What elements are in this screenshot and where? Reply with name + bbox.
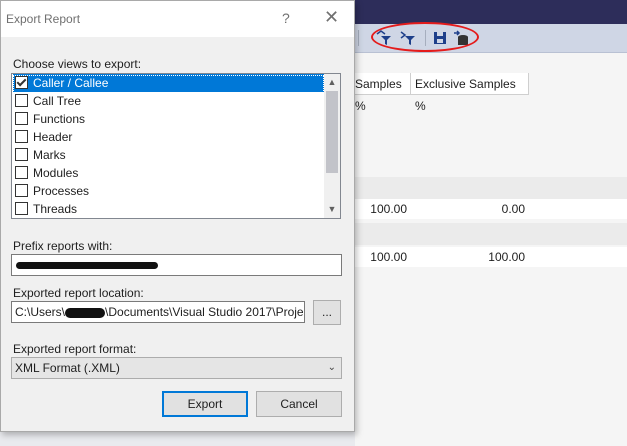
exclusive-cell: 100.00 (488, 250, 525, 264)
checkbox[interactable] (15, 94, 28, 107)
list-item[interactable]: Header (13, 128, 324, 146)
column-header-samples[interactable]: Samples % (355, 73, 411, 113)
column-header-exclusive[interactable]: Exclusive Samples % (411, 73, 529, 113)
location-input[interactable]: C:\Users\ \Documents\Visual Studio 2017\P… (11, 301, 305, 323)
prefix-label: Prefix reports with: (13, 239, 113, 253)
browse-button[interactable]: ... (313, 300, 341, 325)
exclusive-cell: 0.00 (501, 202, 525, 216)
location-label: Exported report location: (13, 286, 144, 300)
list-item-label: Header (33, 130, 73, 144)
close-button[interactable]: ✕ (324, 7, 339, 28)
prefix-input[interactable] (11, 254, 342, 276)
redaction-scribble (65, 307, 106, 318)
location-value-end: \Documents\Visual Studio 2017\Project (105, 305, 305, 319)
checkbox[interactable] (15, 184, 28, 197)
list-item-label: Modules (33, 166, 79, 180)
dialog-titlebar: Export Report ? ✕ (1, 1, 354, 37)
checkbox[interactable] (15, 112, 28, 125)
table-row[interactable]: 100.00 0.00 (355, 199, 627, 219)
export-report-dialog: Export Report ? ✕ Choose views to export… (0, 0, 355, 432)
list-item[interactable]: Functions (13, 110, 324, 128)
views-listbox[interactable]: Caller / Callee Call Tree Functions Head… (11, 73, 341, 219)
list-item-label: Marks (33, 148, 66, 162)
list-scrollbar[interactable]: ▲ ▼ (324, 74, 340, 218)
column-header-label: Exclusive Samples % (415, 77, 516, 113)
group-band (355, 177, 627, 199)
scroll-thumb[interactable] (326, 91, 338, 173)
dialog-title: Export Report (6, 12, 81, 26)
list-item[interactable]: Marks (13, 146, 324, 164)
list-item[interactable]: Caller / Callee (13, 74, 324, 92)
list-item[interactable]: Call Tree (13, 92, 324, 110)
list-item-label: Threads (33, 202, 78, 216)
list-item[interactable]: Modules (13, 164, 324, 182)
scroll-up-icon[interactable]: ▲ (324, 74, 340, 91)
column-header-label: Samples % (355, 77, 402, 113)
redaction-scribble (16, 262, 158, 269)
checkbox[interactable] (15, 166, 28, 179)
format-label: Exported report format: (13, 342, 137, 356)
list-item[interactable]: Processes (13, 182, 324, 200)
group-band (355, 223, 627, 245)
samples-cell: 100.00 (370, 202, 407, 216)
list-item-label: Processes (33, 184, 90, 198)
checkbox[interactable] (15, 76, 28, 89)
list-item-label: Functions (33, 112, 86, 126)
table-row[interactable]: 100.00 100.00 (355, 247, 627, 267)
scroll-down-icon[interactable]: ▼ (324, 201, 340, 218)
report-grid: Samples % Exclusive Samples % 100.00 0.0… (355, 53, 627, 446)
list-item-label: Caller / Callee (33, 76, 109, 90)
cancel-button[interactable]: Cancel (256, 391, 342, 417)
format-select[interactable]: XML Format (.XML) ⌄ (11, 357, 342, 379)
checkbox[interactable] (15, 130, 28, 143)
format-value: XML Format (.XML) (15, 361, 120, 375)
location-value-start: C:\Users\ (15, 305, 66, 319)
chevron-down-icon: ⌄ (327, 362, 336, 373)
help-button[interactable]: ? (282, 10, 290, 26)
list-item-label: Call Tree (33, 94, 82, 108)
annotation-circle (371, 22, 479, 52)
export-button[interactable]: Export (162, 391, 248, 417)
checkbox[interactable] (15, 202, 28, 215)
checkbox[interactable] (15, 148, 28, 161)
samples-cell: 100.00 (370, 250, 407, 264)
toolbar-separator (358, 30, 359, 46)
views-label: Choose views to export: (13, 57, 142, 71)
list-item[interactable]: Threads (13, 200, 324, 218)
